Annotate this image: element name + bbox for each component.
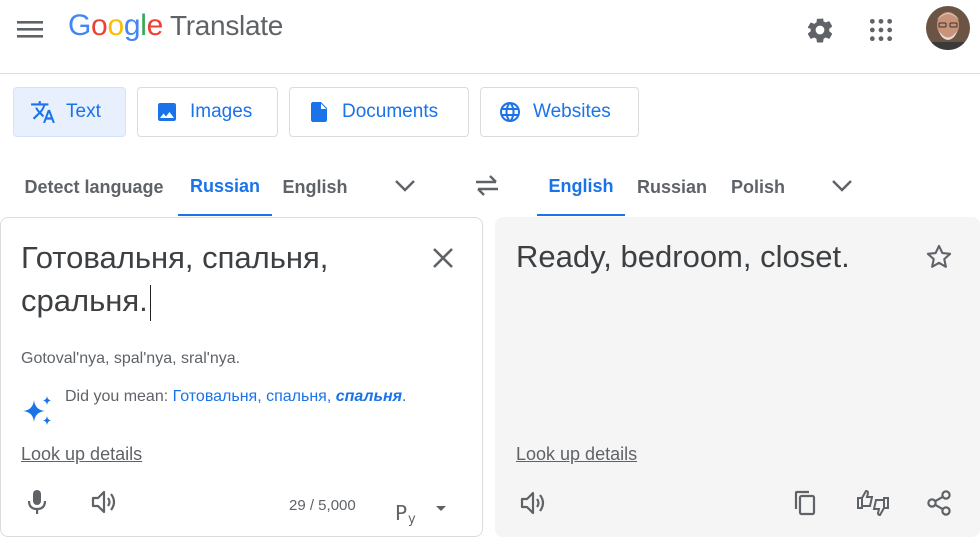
target-look-up-details-link[interactable]: Look up details [516, 444, 637, 465]
source-text-panel: Готовальня, спальня, сральня. Gotoval'ny… [0, 217, 483, 537]
suggestion-text: Готовальня, спальня, [172, 388, 332, 405]
clear-source-close-icon[interactable] [423, 238, 463, 278]
app-header: Google Translate [0, 0, 980, 74]
target-lang-more-chevron-down-icon[interactable] [822, 168, 862, 204]
microphone-icon[interactable] [17, 482, 57, 522]
character-counter: 29 / 5,000 [289, 497, 356, 514]
target-lang-label: English [548, 175, 614, 196]
apps-grid-icon[interactable] [861, 10, 901, 50]
mode-images-button[interactable]: Images [137, 87, 278, 137]
target-lang-label: Russian [636, 176, 708, 197]
suggestion-link[interactable]: Готовальня, спальня, спальня. [173, 388, 407, 405]
source-lang-tab-detect[interactable]: Detect language [20, 158, 168, 216]
logo-letter: G [68, 9, 92, 42]
product-name: Translate [169, 10, 283, 41]
svg-text:Р: Р [395, 501, 407, 525]
source-lang-tab-english[interactable]: English [276, 158, 354, 216]
logo-letter: o [107, 9, 124, 42]
text-cursor [149, 284, 151, 321]
logo-letter: e [146, 9, 164, 42]
suggestion-end: . [402, 388, 407, 405]
source-listen-speaker-icon[interactable] [84, 482, 124, 522]
source-lang-more-chevron-down-icon[interactable] [385, 168, 425, 204]
source-lang-label: Russian [189, 175, 261, 196]
mode-text-label: Text [66, 101, 101, 122]
logo-letter: g [123, 9, 141, 42]
source-lang-tab-russian[interactable]: Russian [178, 158, 272, 216]
source-text: Готовальня, спальня, сральня. [21, 240, 329, 318]
save-translation-star-icon[interactable] [919, 237, 959, 277]
target-lang-tab-polish[interactable]: Polish [722, 158, 794, 216]
document-icon [306, 99, 332, 125]
rate-translation-thumbs-icon[interactable] [853, 483, 893, 523]
transliteration: Gotoval'nya, spal'nya, sral'nya. [21, 350, 241, 367]
sparkle-icon [21, 394, 55, 428]
mode-documents-label: Documents [342, 101, 439, 122]
source-look-up-details-link[interactable]: Look up details [21, 444, 142, 465]
target-lang-tab-english[interactable]: English [537, 158, 625, 216]
source-textarea[interactable]: Готовальня, спальня, сральня. [21, 236, 421, 322]
translation-panel: Ready, bedroom, closet. Look up details [495, 217, 980, 537]
target-lang-label: Polish [730, 176, 785, 197]
mode-websites-button[interactable]: Websites [480, 87, 639, 137]
logo-letter: o [91, 9, 108, 42]
translation-listen-speaker-icon[interactable] [513, 483, 553, 523]
translation-text: Ready, bedroom, closet. [516, 239, 850, 274]
main-menu-icon[interactable] [14, 15, 46, 43]
swap-languages-icon[interactable] [466, 166, 508, 204]
settings-icon[interactable] [800, 10, 840, 50]
source-lang-label: English [282, 176, 348, 197]
suggestion-emphasis: спальня [335, 388, 403, 405]
did-you-mean-label: Did you mean: [65, 388, 169, 405]
google-translate-logo[interactable]: Google Translate [68, 9, 283, 43]
svg-text:у: у [408, 512, 416, 526]
globe-icon [497, 99, 523, 125]
mode-documents-button[interactable]: Documents [289, 87, 469, 137]
copy-translation-icon[interactable] [785, 483, 825, 523]
account-avatar[interactable] [926, 6, 970, 50]
source-lang-label: Detect language [24, 176, 164, 197]
target-lang-tab-russian[interactable]: Russian [630, 158, 714, 216]
share-translation-icon[interactable] [919, 483, 959, 523]
mode-text-button[interactable]: Text [13, 87, 126, 137]
input-tools-keyboard-icon[interactable]: Ру [393, 494, 453, 526]
mode-images-label: Images [190, 101, 253, 122]
mode-websites-label: Websites [533, 101, 611, 122]
image-icon [154, 99, 180, 125]
translate-icon [30, 99, 56, 125]
